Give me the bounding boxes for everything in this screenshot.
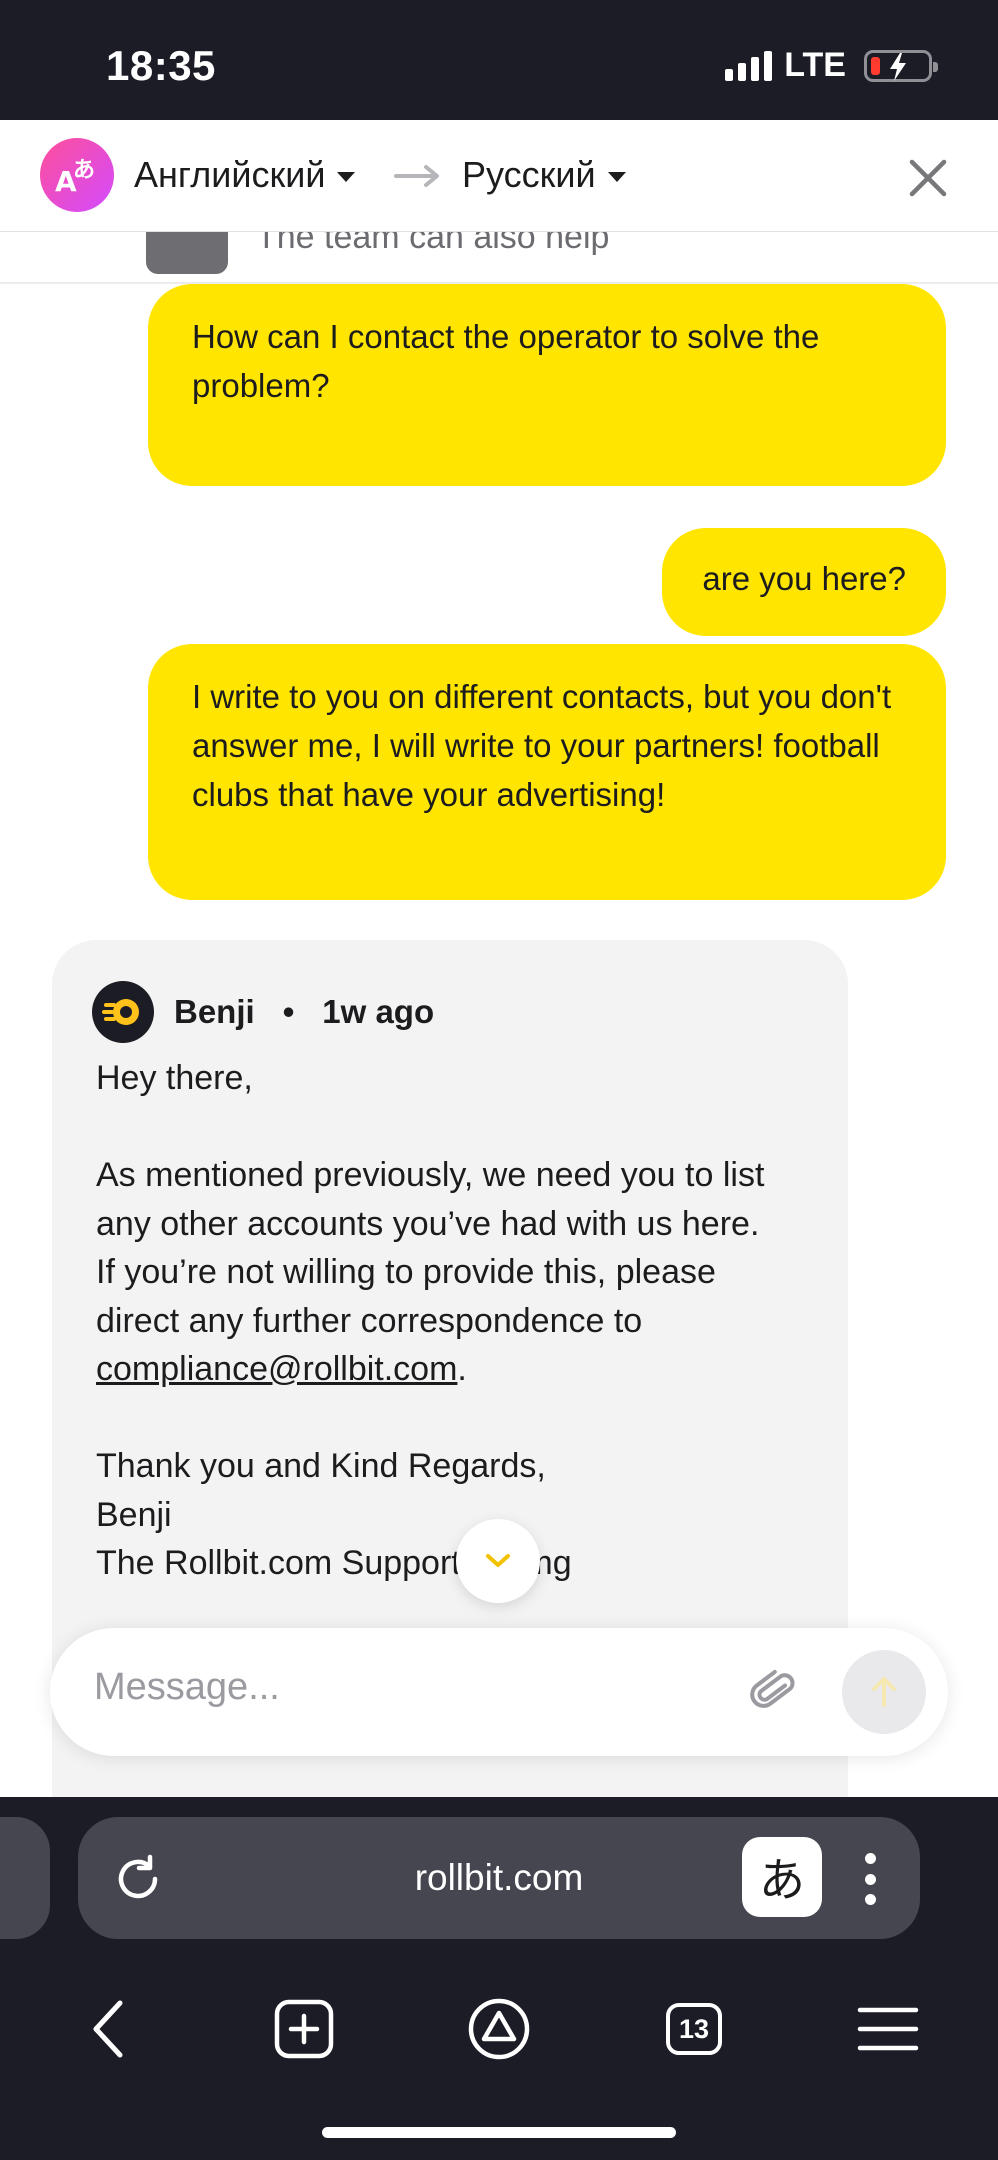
target-language-select[interactable]: Русский [462, 154, 626, 196]
agent-name: Benji [174, 993, 255, 1030]
translate-page-button[interactable]: あ [742, 1837, 822, 1917]
message-greeting: Hey there, [96, 1059, 253, 1097]
page-translator-bar: A あ Английский Русский [0, 120, 998, 232]
scroll-down-chevron-icon [486, 1554, 510, 1567]
message-body: Hey there, As mentioned previously, we n… [96, 1054, 804, 1588]
hamburger-menu-icon[interactable] [848, 1989, 928, 2069]
message-time: 1w ago [322, 993, 435, 1030]
status-time: 18:35 [106, 42, 216, 89]
address-bar[interactable]: rollbit.com あ [78, 1817, 920, 1939]
arrow-right-icon [394, 162, 442, 195]
message-paragraph: As mentioned previously, we need you to … [96, 1156, 765, 1243]
browser-nav-bar: 13 [0, 1979, 998, 2079]
message-text: If you’re not willing to provide this, p… [96, 1253, 716, 1340]
message-text: . [457, 1350, 467, 1388]
source-language-label: Английский [134, 154, 326, 195]
send-button[interactable] [842, 1650, 926, 1734]
kebab-menu-icon[interactable] [864, 1853, 876, 1905]
svg-text:あ: あ [73, 158, 95, 183]
status-indicators: LTE [725, 46, 938, 85]
chevron-down-icon [337, 172, 356, 182]
back-icon[interactable] [68, 1989, 148, 2069]
target-language-label: Русский [462, 154, 596, 195]
battery-charging-icon [864, 49, 938, 82]
send-arrow-icon [872, 1677, 896, 1707]
scroll-down-button[interactable] [456, 1519, 540, 1603]
message-input[interactable] [94, 1666, 734, 1709]
browser-toolbar: rollbit.com あ 13 [0, 1797, 998, 2160]
outgoing-message: How can I contact the operator to solve … [148, 284, 946, 486]
status-bar: 18:35 LTE [0, 0, 998, 120]
compliance-email-link[interactable]: compliance@rollbit.com [96, 1350, 457, 1388]
source-language-select[interactable]: Английский [134, 154, 356, 196]
paperclip-icon[interactable] [746, 1664, 802, 1720]
cut-off-list-item: The team can also help [0, 232, 998, 284]
message-composer [50, 1628, 948, 1756]
avatar [146, 232, 228, 274]
translate-icon: A あ [40, 138, 114, 212]
agent-avatar [92, 981, 154, 1043]
network-type: LTE [784, 46, 846, 84]
cut-off-text: The team can also help [256, 232, 610, 256]
message-signature-team: The Rollbit.com Support Teamg [96, 1544, 572, 1582]
close-icon[interactable] [906, 156, 950, 200]
message-signature-name: Benji [96, 1495, 172, 1534]
outgoing-message: are you here? [662, 528, 946, 636]
message-header: Benji • 1w ago [92, 980, 804, 1044]
alice-assistant-icon[interactable] [459, 1989, 539, 2069]
signal-icon [725, 50, 773, 81]
header-separator: • [282, 993, 295, 1030]
message-closing: Thank you and Kind Regards, [96, 1447, 546, 1485]
tabs-switcher-button[interactable]: 13 [654, 1989, 734, 2069]
home-indicator [322, 2127, 676, 2138]
new-tab-icon[interactable] [264, 1989, 344, 2069]
chevron-down-icon [607, 172, 626, 182]
tabs-count: 13 [666, 2003, 722, 2055]
previous-tab-preview[interactable] [0, 1817, 50, 1939]
message-paragraph: If you’re not willing to provide this, p… [96, 1248, 804, 1394]
outgoing-message: I write to you on different contacts, bu… [148, 644, 946, 900]
